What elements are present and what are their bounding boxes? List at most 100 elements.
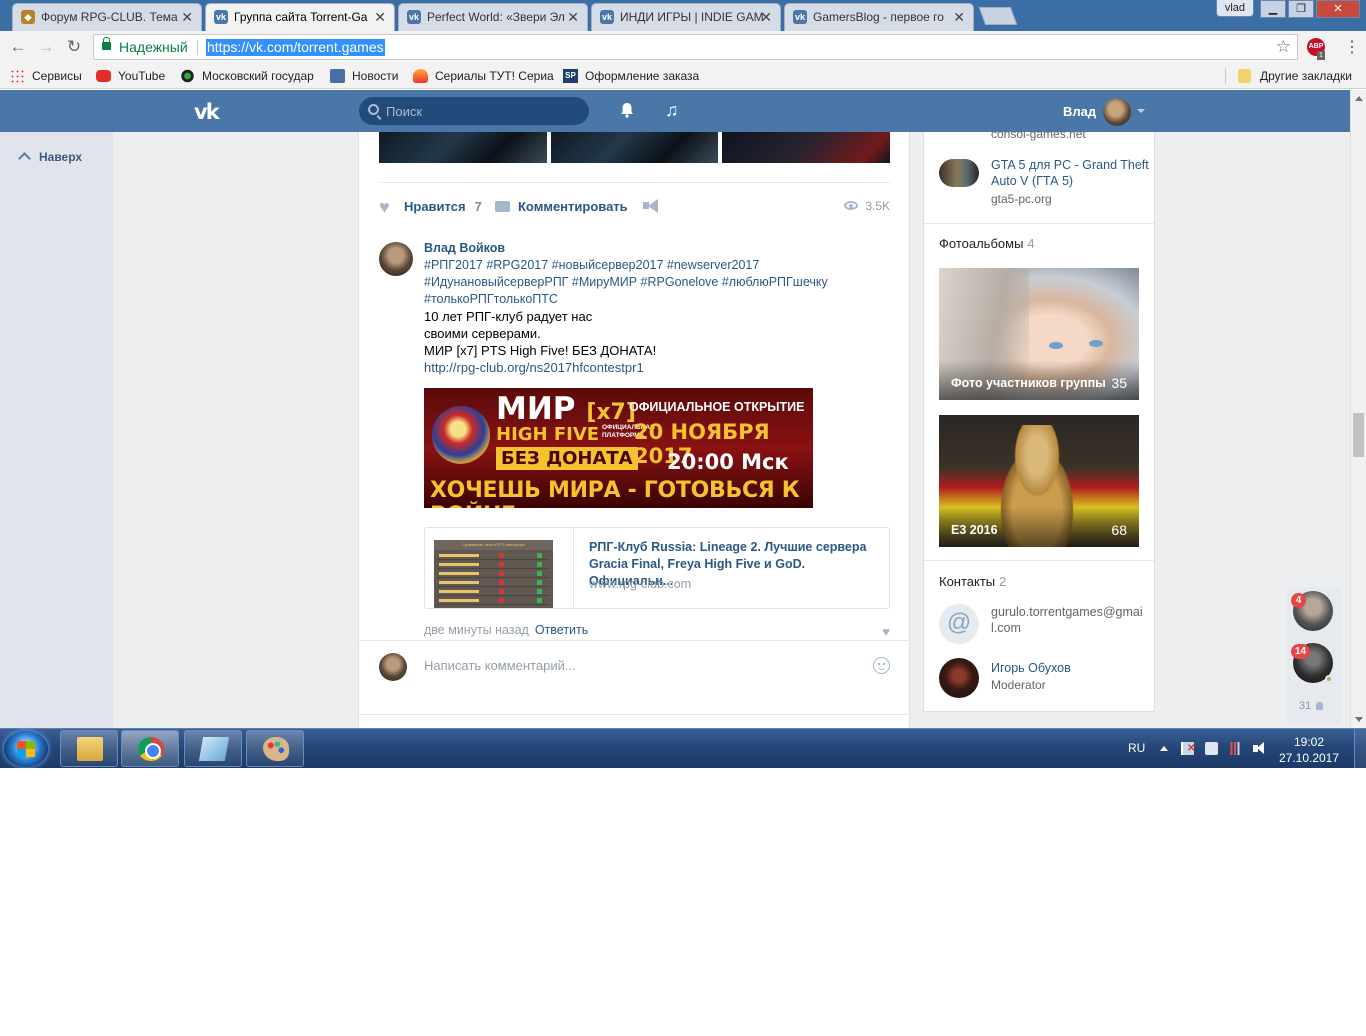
sidebar-link[interactable]: GTA 5 для PC - Grand Theft Auto V (ГТА 5… xyxy=(939,157,1149,217)
back-to-top-button[interactable]: Наверх xyxy=(18,150,82,165)
bookmark-services[interactable]: Сервисы xyxy=(10,68,82,84)
tab-rpg-club[interactable]: ◆ Форум RPG-CLUB. Тема ✕ xyxy=(12,3,202,31)
divider xyxy=(924,223,1154,224)
contact-item[interactable]: Игорь Обухов Moderator xyxy=(939,658,1149,703)
chat-widget: 4 14 31 xyxy=(1287,587,1341,725)
bookmark-label: Сервисы xyxy=(32,69,82,83)
clock[interactable]: 19:02 27.10.2017 xyxy=(1276,734,1342,766)
scroll-down-arrow-icon[interactable] xyxy=(1355,717,1363,722)
comment-button[interactable]: Комментировать xyxy=(495,199,628,214)
close-tab-icon[interactable]: ✕ xyxy=(760,4,772,30)
music-icon[interactable]: ♫ xyxy=(665,101,679,119)
back-icon[interactable]: ← xyxy=(8,37,28,57)
taskbar-paint[interactable] xyxy=(246,730,304,767)
bookmark-youtube[interactable]: YouTube xyxy=(96,68,165,84)
vk-logo-icon[interactable]: vk xyxy=(194,100,228,124)
close-tab-icon[interactable]: ✕ xyxy=(567,4,579,30)
comment-hashtags[interactable]: #РПГ2017 #RPG2017 #новыйсервер2017 #news… xyxy=(424,257,890,274)
emoji-icon[interactable] xyxy=(873,657,890,674)
language-indicator[interactable]: RU xyxy=(1128,741,1145,755)
url-text[interactable]: https://vk.com/torrent.games xyxy=(206,39,385,56)
contact-name[interactable]: Игорь Обухов xyxy=(991,660,1146,676)
profile-badge[interactable]: vlad xyxy=(1215,0,1254,17)
comment-author[interactable]: Влад Войков xyxy=(424,240,890,257)
network-icon[interactable] xyxy=(1229,742,1242,755)
photo-album[interactable]: Фото участников группы 35 xyxy=(939,268,1139,400)
close-tab-icon[interactable]: ✕ xyxy=(953,4,965,30)
link-title[interactable]: GTA 5 для PC - Grand Theft Auto V (ГТА 5… xyxy=(991,157,1151,189)
share-megaphone-icon[interactable] xyxy=(643,199,659,213)
bookmark-serials[interactable]: Сериалы ТУТ! Сериа xyxy=(413,68,554,84)
contacts-header[interactable]: Контакты 2 xyxy=(939,574,1006,589)
post-image[interactable] xyxy=(379,132,547,163)
contact-email[interactable]: gurulo.torrentgames@gmail.com xyxy=(991,604,1146,636)
bookmark-order[interactable]: SP Оформление заказа xyxy=(563,68,699,84)
new-tab-button[interactable] xyxy=(978,7,1018,25)
bookmark-news[interactable]: Новости xyxy=(330,68,398,84)
heart-icon[interactable]: ♥ xyxy=(882,624,890,639)
link-card-domain: www.rpg-club.com xyxy=(589,577,692,591)
vk-search[interactable] xyxy=(359,97,589,125)
comment-time[interactable]: две минуты назад xyxy=(424,623,529,637)
scrollbar-thumb[interactable] xyxy=(1353,413,1364,457)
maximize-button[interactable]: ❐ xyxy=(1288,0,1314,18)
like-button[interactable]: ♥ Нравится 7 xyxy=(379,198,482,216)
thumbnail-header: Сравнение Java и PTS платформ xyxy=(434,540,553,550)
comment-hashtags[interactable]: #ИдунановыйсерверРПГ #МируМИР #RPGonelov… xyxy=(424,274,890,291)
avatar[interactable] xyxy=(379,242,413,276)
user-name[interactable]: Влад xyxy=(1063,104,1096,119)
post-image[interactable] xyxy=(550,132,719,163)
albums-header[interactable]: Фотоальбомы 4 xyxy=(939,236,1035,251)
tab-torrent-games[interactable]: vk Группа сайта Torrent-Ga ✕ xyxy=(205,3,395,31)
taskbar-notes[interactable] xyxy=(184,730,242,767)
action-center-icon[interactable] xyxy=(1181,742,1195,755)
write-comment-input[interactable]: Написать комментарий... xyxy=(424,658,576,673)
minimize-button[interactable]: ▁ xyxy=(1260,0,1286,18)
chevron-down-icon[interactable] xyxy=(1137,109,1145,113)
show-desktop-button[interactable] xyxy=(1354,729,1366,768)
bell-icon[interactable] xyxy=(619,102,635,118)
page-scrollbar[interactable] xyxy=(1350,90,1366,728)
divider xyxy=(1225,68,1226,84)
scroll-up-arrow-icon[interactable] xyxy=(1355,96,1363,101)
close-tab-icon[interactable]: ✕ xyxy=(374,4,386,30)
forward-icon[interactable]: → xyxy=(36,37,56,57)
tab-perfect-world[interactable]: vk Perfect World: «Звери Эл ✕ xyxy=(398,3,588,31)
comment-link[interactable]: http://rpg-club.org/ns2017hfcontestpr1 xyxy=(424,359,890,376)
search-input[interactable] xyxy=(386,102,576,120)
contact-item[interactable]: @ gurulo.torrentgames@gmail.com xyxy=(939,604,1149,649)
online-friends-count[interactable]: 31 xyxy=(1299,700,1324,712)
reload-icon[interactable]: ↻ xyxy=(64,37,84,57)
address-bar[interactable]: Надежный https://vk.com/torrent.games ☆ xyxy=(93,34,1298,60)
other-bookmarks[interactable]: Другие закладки xyxy=(1238,68,1352,84)
taskbar-explorer[interactable] xyxy=(60,730,118,767)
reply-button[interactable]: Ответить xyxy=(535,623,588,637)
menu-dots-icon[interactable]: ⋮ xyxy=(1344,37,1360,57)
volume-icon[interactable] xyxy=(1253,742,1266,755)
comment-hashtags[interactable]: #толькоРПГтолькоПТС xyxy=(424,291,890,308)
power-icon[interactable] xyxy=(1205,742,1218,755)
tab-indie-games[interactable]: vk ИНДИ ИГРЫ | INDIE GAM ✕ xyxy=(591,3,781,31)
left-column[interactable]: Наверх xyxy=(0,132,113,728)
comment-text: своими серверами. xyxy=(424,326,541,341)
start-button[interactable] xyxy=(4,731,48,767)
bookmark-moscow[interactable]: Московский государ xyxy=(180,68,314,84)
security-label: Надежный xyxy=(119,39,188,55)
taskbar-chrome[interactable] xyxy=(121,730,179,767)
photo-album[interactable]: E3 2016 68 xyxy=(939,415,1139,547)
avatar[interactable] xyxy=(1103,98,1131,126)
tab-gamersblog[interactable]: vk GamersBlog - первое го ✕ xyxy=(784,3,974,31)
paint-palette-icon xyxy=(263,737,289,761)
promo-banner[interactable]: МИР [x7] HIGH FIVE ОФИЦИАЛЬНАЯ ПЛАТФОРМА … xyxy=(424,388,813,508)
close-tab-icon[interactable]: ✕ xyxy=(181,4,193,30)
vk-favicon-icon: vk xyxy=(214,10,228,24)
write-comment[interactable]: Написать комментарий... xyxy=(359,640,909,714)
album-label: Фото участников группы xyxy=(951,376,1106,390)
close-window-button[interactable]: ✕ xyxy=(1316,0,1360,18)
bookmark-star-icon[interactable]: ☆ xyxy=(1276,37,1291,57)
link-card[interactable]: Сравнение Java и PTS платформ РПГ-Клуб R… xyxy=(424,527,890,609)
page-viewport: vk ♫ Влад Наверх xyxy=(0,90,1350,728)
post-image[interactable] xyxy=(722,132,891,163)
tray-expand-icon[interactable] xyxy=(1160,746,1168,751)
thumbnail-row xyxy=(437,570,550,578)
